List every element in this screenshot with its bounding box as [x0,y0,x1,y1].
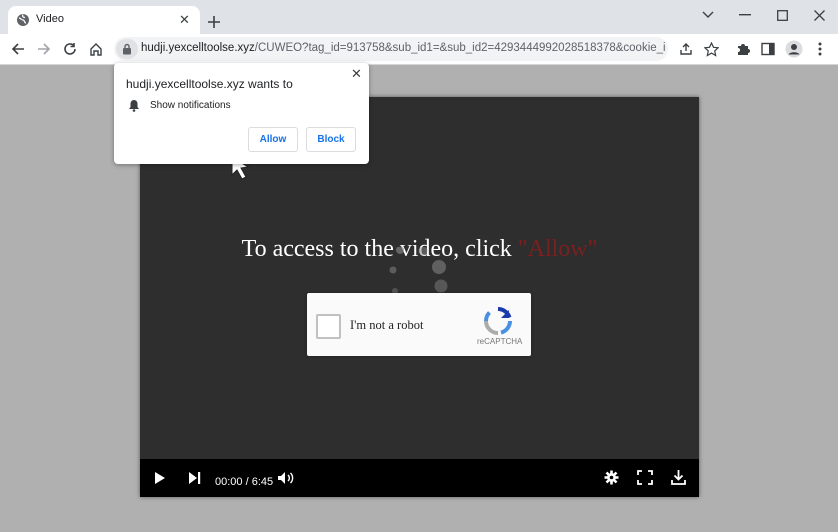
url-host: hudji.yexcelltoolse.xyz [141,42,255,54]
permission-popup: hudji.yexcelltoolse.xyz wants to ✕ Show … [114,63,369,164]
back-icon[interactable] [8,39,28,59]
recaptcha-label: I'm not a robot [350,318,424,332]
close-icon[interactable]: ✕ [179,12,190,28]
settings-icon[interactable] [604,470,619,490]
time-display: 00:00 / 6:45 [215,476,274,488]
maximize-icon[interactable] [764,4,800,26]
volume-icon[interactable] [277,471,295,490]
fullscreen-icon[interactable] [637,470,653,490]
play-icon[interactable] [154,471,166,490]
skip-next-icon[interactable] [188,471,201,490]
popup-title: hudji.yexcelltoolse.xyz wants to [126,77,293,91]
browser-toolbar: hudji.yexcelltoolse.xyz/CUWEO?tag_id=913… [0,34,838,65]
minimize-icon[interactable] [727,4,763,26]
forward-icon[interactable] [34,39,54,59]
headline-text: To access to the video, click [241,236,512,262]
plus-icon[interactable] [208,12,220,33]
tab-video[interactable]: Video ✕ [8,6,200,34]
allow-button[interactable]: Allow [248,127,298,152]
tab-title: Video [36,13,64,25]
headline-allow: "Allow" [517,236,598,262]
player-controls: 00:00 / 6:45 [140,459,699,497]
window-close-icon[interactable] [801,4,837,26]
block-button[interactable]: Block [306,127,356,152]
bell-icon [128,99,140,117]
download-icon[interactable] [671,469,686,490]
permission-text: Show notifications [150,100,231,111]
chevron-down-icon[interactable] [690,4,726,26]
profile-icon[interactable] [784,39,804,59]
puzzle-icon[interactable] [733,39,753,59]
recaptcha-brand: reCAPTCHA [477,337,523,346]
globe-icon [16,13,30,32]
url-text: hudji.yexcelltoolse.xyz/CUWEO?tag_id=913… [141,42,666,54]
star-icon[interactable] [701,39,721,59]
kebab-icon[interactable] [810,39,830,59]
home-icon[interactable] [86,39,106,59]
sidepanel-icon[interactable] [758,39,778,59]
lock-icon[interactable] [116,39,138,59]
share-icon[interactable] [676,39,696,59]
recaptcha-checkbox[interactable] [316,314,341,339]
recaptcha-logo-icon [482,306,514,341]
address-bar[interactable]: hudji.yexcelltoolse.xyz/CUWEO?tag_id=913… [114,37,668,61]
recaptcha-widget: I'm not a robot reCAPTCHA [307,293,531,356]
close-icon[interactable]: ✕ [351,66,362,82]
reload-icon[interactable] [60,39,80,59]
tab-strip: Video ✕ [0,0,838,34]
url-path: /CUWEO?tag_id=913758&sub_id1=&sub_id2=42… [254,42,666,54]
